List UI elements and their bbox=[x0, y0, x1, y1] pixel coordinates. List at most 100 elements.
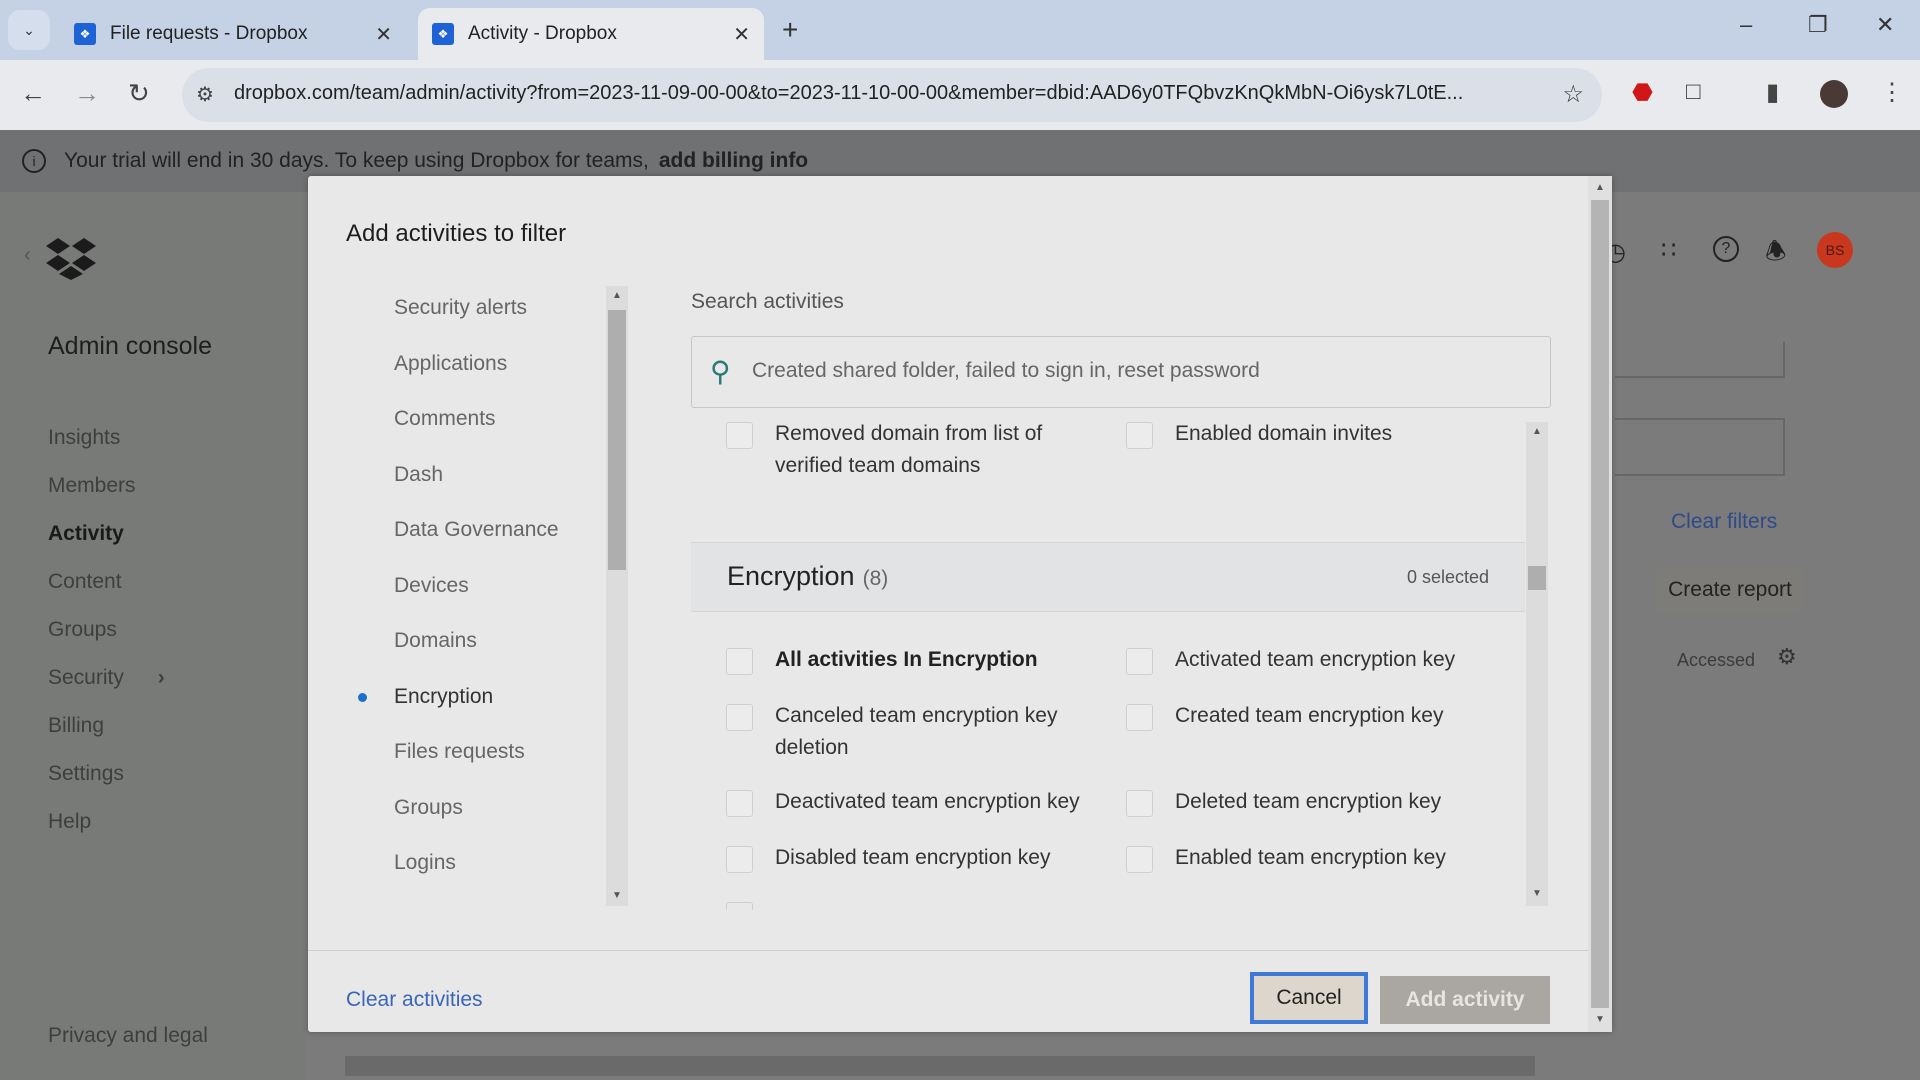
tab-search-button[interactable]: ⌄ bbox=[8, 10, 50, 50]
category-data-governance[interactable]: Data Governance bbox=[394, 518, 559, 542]
category-files-requests[interactable]: Files requests bbox=[394, 740, 525, 764]
checkbox[interactable] bbox=[726, 790, 753, 817]
sidebar-item-activity[interactable]: Activity bbox=[48, 522, 124, 546]
sidebar-item-help[interactable]: Help bbox=[48, 810, 91, 834]
add-activity-button[interactable]: Add activity bbox=[1380, 976, 1550, 1024]
scroll-down-arrow-icon[interactable]: ▼ bbox=[1595, 1014, 1605, 1025]
modal-title: Add activities to filter bbox=[346, 220, 567, 247]
horizontal-scrollbar[interactable] bbox=[345, 1056, 1535, 1076]
help-icon[interactable]: ? bbox=[1713, 236, 1739, 262]
section-count: (8) bbox=[862, 567, 889, 590]
category-dash[interactable]: Dash bbox=[394, 463, 443, 487]
scroll-up-arrow-icon[interactable]: ▲ bbox=[1595, 182, 1605, 193]
extensions-puzzle-icon[interactable]: □ bbox=[1686, 78, 1701, 106]
privacy-and-legal-link[interactable]: Privacy and legal bbox=[48, 1024, 208, 1048]
info-icon: i bbox=[22, 149, 46, 173]
category-devices[interactable]: Devices bbox=[394, 574, 469, 598]
category-domains[interactable]: Domains bbox=[394, 629, 477, 653]
checkbox[interactable] bbox=[1126, 704, 1153, 731]
category-security-alerts[interactable]: Security alerts bbox=[394, 296, 527, 320]
checkbox[interactable] bbox=[1126, 846, 1153, 873]
activity-checkbox-row[interactable]: All activities In Encryption bbox=[726, 648, 1106, 676]
column-settings-gear-icon[interactable]: ⚙ bbox=[1777, 644, 1797, 670]
url-text[interactable]: dropbox.com/team/admin/activity?from=202… bbox=[234, 82, 1463, 105]
category-comments[interactable]: Comments bbox=[394, 407, 496, 431]
activity-checkbox-row[interactable]: Activated team encryption key bbox=[1126, 648, 1506, 676]
category-groups[interactable]: Groups bbox=[394, 796, 463, 820]
browser-tab-file-requests[interactable]: ❖ File requests - Dropbox ✕ bbox=[60, 8, 406, 60]
checkbox[interactable] bbox=[726, 648, 753, 675]
forward-button[interactable]: → bbox=[74, 78, 100, 109]
tab-title: File requests - Dropbox bbox=[110, 23, 308, 44]
sidebar-item-groups[interactable]: Groups bbox=[48, 618, 117, 642]
scrollbar-thumb[interactable] bbox=[1528, 566, 1546, 590]
address-bar[interactable]: ⚙ dropbox.com/team/admin/activity?from=2… bbox=[182, 68, 1602, 122]
category-list-scrollbar[interactable]: ▲ ▼ bbox=[606, 286, 628, 906]
activity-checkbox-row[interactable]: Removed domain from list of verified tea… bbox=[726, 422, 1096, 482]
collapse-chevron-icon[interactable]: ‹ bbox=[24, 244, 31, 267]
profile-avatar[interactable] bbox=[1820, 80, 1848, 108]
notifications-bell-icon[interactable]: 🕭 bbox=[1765, 234, 1786, 275]
scroll-up-arrow-icon[interactable]: ▲ bbox=[1532, 426, 1542, 437]
sidebar-item-insights[interactable]: Insights bbox=[48, 426, 120, 450]
create-report-button[interactable]: Create report bbox=[1657, 568, 1803, 612]
menu-kebab-icon[interactable]: ⋮ bbox=[1880, 78, 1904, 107]
close-tab-icon[interactable]: ✕ bbox=[375, 22, 392, 47]
column-header-accessed[interactable]: Accessed bbox=[1677, 650, 1755, 671]
new-tab-button[interactable]: + bbox=[782, 14, 798, 46]
browser-tab-bar: ⌄ ❖ File requests - Dropbox ✕ ❖ Activity… bbox=[0, 0, 1920, 60]
category-logins[interactable]: Logins bbox=[394, 851, 456, 875]
close-window-button[interactable]: ✕ bbox=[1876, 12, 1894, 38]
checkbox[interactable] bbox=[1126, 790, 1153, 817]
activity-checkbox-row[interactable]: Deleted team encryption key bbox=[1126, 790, 1506, 818]
category-applications[interactable]: Applications bbox=[394, 352, 507, 376]
activity-checkbox-row[interactable]: Deactivated team encryption key bbox=[726, 790, 1126, 818]
user-avatar[interactable]: BS bbox=[1817, 232, 1853, 268]
side-panel-icon[interactable]: ▮ bbox=[1766, 78, 1779, 107]
app-grid-icon[interactable]: ∷ bbox=[1661, 236, 1676, 265]
sidebar-item-members[interactable]: Members bbox=[48, 474, 136, 498]
activity-checkbox-row[interactable]: Canceled team encryption key deletion bbox=[726, 704, 1086, 764]
activity-list-scrollbar[interactable]: ▲ ▼ bbox=[1526, 422, 1548, 906]
activity-checkbox-row[interactable]: Enabled team encryption key bbox=[1126, 846, 1506, 874]
activity-checkbox-row[interactable]: Disabled team encryption key bbox=[726, 846, 1106, 874]
scroll-down-arrow-icon[interactable]: ▼ bbox=[1532, 888, 1542, 899]
checkbox[interactable] bbox=[726, 846, 753, 873]
scroll-down-arrow-icon[interactable]: ▼ bbox=[612, 890, 622, 901]
close-tab-icon[interactable]: ✕ bbox=[733, 22, 750, 47]
scrollbar-thumb[interactable] bbox=[1591, 200, 1609, 1008]
add-billing-info-link[interactable]: add billing info bbox=[659, 149, 808, 173]
bookmark-star-icon[interactable]: ☆ bbox=[1562, 80, 1584, 109]
checkbox[interactable] bbox=[726, 704, 753, 731]
sidebar-item-billing[interactable]: Billing bbox=[48, 714, 104, 738]
filter-field[interactable] bbox=[1615, 342, 1785, 378]
clear-filters-link[interactable]: Clear filters bbox=[1671, 510, 1777, 534]
selected-count: 0 selected bbox=[1406, 567, 1489, 587]
reload-button[interactable]: ↻ bbox=[128, 78, 150, 109]
scrollbar-thumb[interactable] bbox=[608, 310, 626, 570]
adblock-extension-icon[interactable]: ⬣ bbox=[1632, 78, 1653, 107]
clear-activities-link[interactable]: Clear activities bbox=[346, 988, 483, 1012]
category-encryption[interactable]: Encryption bbox=[394, 685, 493, 709]
activity-checkbox-row[interactable]: Created team encryption key bbox=[1126, 704, 1506, 732]
site-settings-icon[interactable]: ⚙ bbox=[196, 82, 214, 107]
checkbox-label: Activated team encryption key bbox=[1175, 648, 1456, 671]
filter-field[interactable] bbox=[1615, 418, 1785, 476]
sidebar-item-content[interactable]: Content bbox=[48, 570, 122, 594]
cancel-button[interactable]: Cancel bbox=[1250, 972, 1368, 1024]
search-activities-field[interactable]: ⚲ bbox=[691, 336, 1551, 408]
checkbox[interactable] bbox=[1126, 422, 1153, 449]
checkbox[interactable] bbox=[726, 422, 753, 449]
modal-scrollbar[interactable]: ▲ ▼ bbox=[1588, 176, 1612, 1032]
scroll-up-arrow-icon[interactable]: ▲ bbox=[612, 290, 622, 301]
sidebar-item-security[interactable]: Security › bbox=[48, 666, 165, 690]
activity-checkbox-row[interactable]: Enabled domain invites bbox=[1126, 422, 1496, 450]
search-activities-input[interactable] bbox=[752, 353, 1532, 389]
back-button[interactable]: ← bbox=[20, 78, 46, 109]
checkbox[interactable] bbox=[726, 902, 753, 910]
sidebar-item-settings[interactable]: Settings bbox=[48, 762, 124, 786]
restore-button[interactable]: ❐ bbox=[1808, 12, 1828, 38]
checkbox[interactable] bbox=[1126, 648, 1153, 675]
minimize-button[interactable]: – bbox=[1740, 12, 1752, 38]
browser-tab-activity[interactable]: ❖ Activity - Dropbox ✕ bbox=[418, 8, 764, 60]
